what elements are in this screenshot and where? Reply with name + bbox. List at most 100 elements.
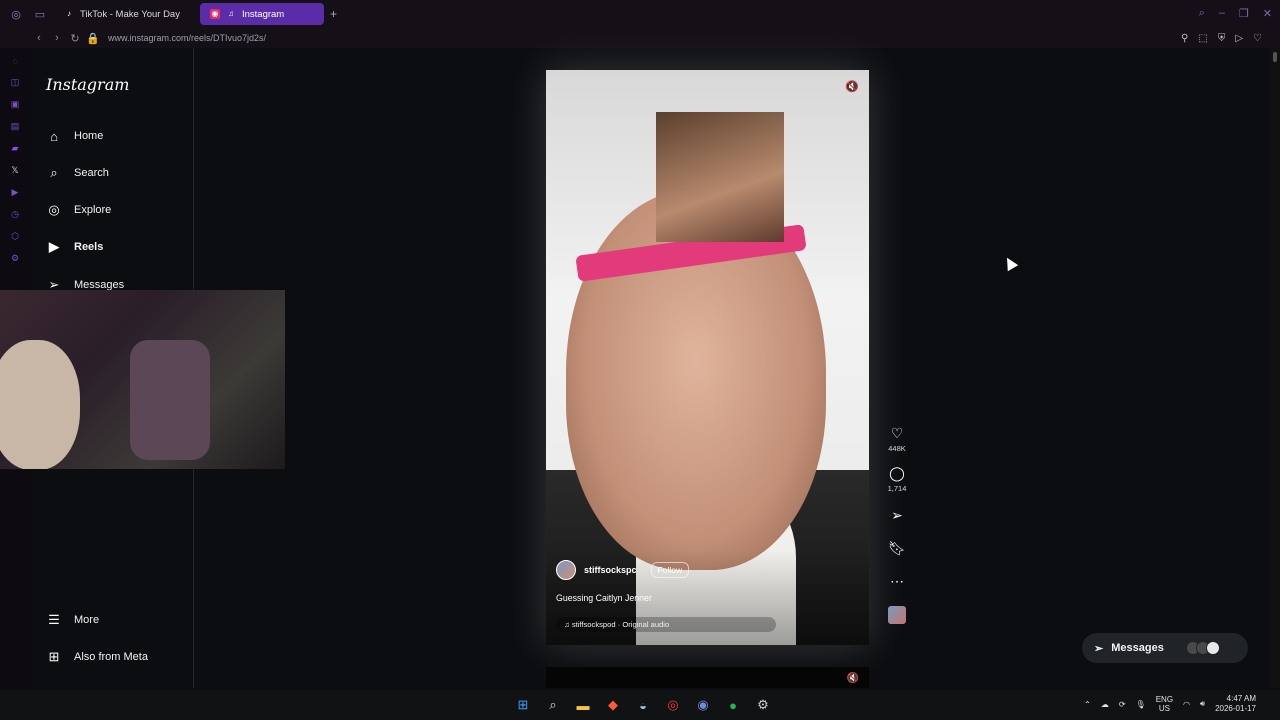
page-scrollbar[interactable] (1270, 48, 1280, 688)
reel-author: stiffsockspc Follow (556, 560, 690, 580)
opera-icon[interactable]: ◎ (663, 695, 683, 715)
avatar[interactable] (556, 560, 576, 580)
search-icon: ⌕ (50, 165, 58, 180)
follow-button[interactable]: Follow (650, 562, 690, 578)
windows-taskbar: ⊞ ⌕ ▬ ◆ ◒ ◎ ◉ ● ⚙ ⌃ ☁ ⟳ 🎙︎ ENG US ◠ 🔊︎ 4… (0, 690, 1280, 720)
send-icon: ➢ (1094, 642, 1104, 655)
opera-logo-icon[interactable]: ◎ (8, 6, 24, 22)
back-icon[interactable]: ‹ (30, 32, 48, 44)
lang-bottom: US (1158, 704, 1170, 713)
url-field[interactable]: www.instagram.com/reels/DTIvuo7jd2s/ (108, 33, 266, 43)
snapshot-icon[interactable]: ⬚ (1198, 33, 1207, 44)
audio-label: stiffsockspod · Original audio (571, 620, 670, 629)
nav-explore[interactable]: ◎ Explore (46, 202, 111, 218)
save-button[interactable]: 🔖︎ (888, 540, 906, 557)
message-avatars (1185, 641, 1220, 655)
discord-icon[interactable]: ◉ (693, 695, 713, 715)
brave-icon[interactable]: ◆ (603, 695, 623, 715)
comment-count: 1,714 (887, 484, 907, 493)
nav-more[interactable]: ☰ More (46, 612, 99, 628)
steam-icon[interactable]: ◒ (633, 695, 653, 715)
mute-icon[interactable]: 🔇 (847, 673, 859, 684)
reels-icon: ▶ (49, 239, 59, 254)
heart-icon[interactable]: ♡ (1253, 33, 1262, 44)
reel-actions: ♡ 448K ◯ 1,714 ➢ 🔖︎ ⋯ (883, 425, 911, 624)
shield-icon[interactable]: ⛨ (1218, 33, 1226, 44)
nav-also-from-meta[interactable]: ⊞ Also from Meta (46, 649, 148, 665)
username[interactable]: stiffsockspc (584, 565, 637, 575)
spotify-icon[interactable]: ● (723, 695, 743, 715)
aria-icon[interactable]: ◌ (8, 54, 22, 67)
home-icon: ⌂ (50, 128, 58, 144)
twitch-icon[interactable]: ▰ (8, 142, 22, 155)
tab-overview-icon[interactable]: ▭ (32, 6, 48, 22)
streamer-face (0, 340, 80, 469)
like-button[interactable]: ♡ 448K (888, 425, 906, 453)
speaker-icon[interactable]: ♫ (226, 9, 236, 19)
next-reel-preview[interactable]: 🔇 (546, 667, 869, 688)
microphone-icon[interactable]: 🎙︎ (1136, 700, 1146, 709)
mail-icon[interactable]: ▤ (8, 120, 22, 133)
minimize-icon[interactable]: – (1219, 7, 1225, 20)
chat-icon[interactable]: ▣ (8, 98, 22, 111)
tiktok-icon: ♪ (67, 9, 71, 18)
nav-search[interactable]: ⌕ Search (46, 165, 109, 181)
restore-icon[interactable]: ❐ (1239, 7, 1249, 20)
settings-icon[interactable]: ⚙ (8, 252, 22, 265)
headband-photo (656, 112, 784, 242)
share-button[interactable]: ➢ (891, 507, 903, 524)
close-icon[interactable]: ✕ (1263, 7, 1272, 20)
history-icon[interactable]: ◷ (8, 208, 22, 221)
nav-label: Explore (74, 204, 112, 216)
instagram-logo[interactable]: Instagram (46, 75, 129, 94)
reel-video[interactable]: 🔇 stiffsockspc Follow Guessing Caitlyn J… (546, 70, 869, 645)
language-indicator[interactable]: ENG US (1156, 695, 1173, 713)
cloud-icon[interactable]: ☁ (1101, 700, 1109, 709)
play-icon[interactable]: ▷ (1235, 33, 1243, 44)
like-count: 448K (888, 444, 906, 453)
pin-icon[interactable]: ⚲ (1181, 33, 1188, 44)
reel-caption: Guessing Caitlyn Jenner (556, 593, 652, 603)
meta-grid-icon: ⊞ (48, 649, 60, 664)
mouse-cursor (1001, 254, 1019, 272)
comment-icon: ◯ (889, 465, 905, 481)
sync-icon[interactable]: ⟳ (1119, 700, 1126, 709)
browser-tab-strip: ◎ ▭ ♪ TikTok - Make Your Day ◉ ♫ Instagr… (0, 0, 1280, 28)
send-icon: ➢ (891, 507, 903, 523)
audio-link[interactable]: ♫ stiffsockspod · Original audio (556, 617, 776, 632)
clock[interactable]: 4:47 AM 2026-01-17 (1215, 694, 1256, 714)
nav-label: Search (74, 167, 109, 179)
extension-icon[interactable]: ⬡ (8, 230, 22, 243)
new-tab-button[interactable]: + (330, 7, 337, 21)
windows-start-icon[interactable]: ⊞ (513, 695, 533, 715)
nav-label: Home (74, 130, 104, 142)
compass-icon: ◎ (48, 202, 60, 217)
search-icon[interactable]: ⌕ (543, 695, 563, 715)
bag-icon[interactable]: ◫ (8, 76, 22, 89)
comment-button[interactable]: ◯ 1,714 (888, 465, 907, 493)
wifi-icon[interactable]: ◠ (1183, 700, 1190, 709)
x-icon[interactable]: 𝕏 (8, 164, 22, 177)
bookmark-icon: 🔖︎ (888, 540, 906, 556)
more-options-button[interactable]: ⋯ (890, 573, 904, 590)
tab-tiktok[interactable]: ♪ TikTok - Make Your Day (54, 3, 190, 25)
tab-instagram[interactable]: ◉ ♫ Instagram (199, 3, 324, 25)
reload-icon[interactable]: ↻ (66, 32, 84, 45)
music-icon: ♫ (564, 620, 570, 629)
nav-reels[interactable]: ▶ Reels (46, 239, 103, 255)
ellipsis-icon: ⋯ (890, 573, 904, 589)
address-bar: ‹ › ↻ 🔒 www.instagram.com/reels/DTIvuo7j… (0, 28, 1280, 48)
player-icon[interactable]: ▶ (8, 186, 22, 199)
instagram-icon: ◉ (209, 9, 220, 19)
forward-icon[interactable]: › (48, 32, 66, 44)
mute-icon[interactable]: 🔇 (845, 80, 859, 94)
scrollbar-thumb[interactable] (1273, 52, 1277, 62)
volume-icon[interactable]: 🔊︎ (1200, 699, 1205, 709)
messages-pill[interactable]: ➢ Messages (1082, 633, 1248, 663)
settings-icon[interactable]: ⚙ (753, 695, 773, 715)
nav-home[interactable]: ⌂ Home (46, 128, 103, 144)
chevron-up-icon[interactable]: ⌃ (1084, 700, 1091, 709)
file-explorer-icon[interactable]: ▬ (573, 695, 593, 715)
audio-thumbnail[interactable] (888, 606, 906, 624)
search-tabs-icon[interactable]: ⌕ (1199, 7, 1205, 20)
